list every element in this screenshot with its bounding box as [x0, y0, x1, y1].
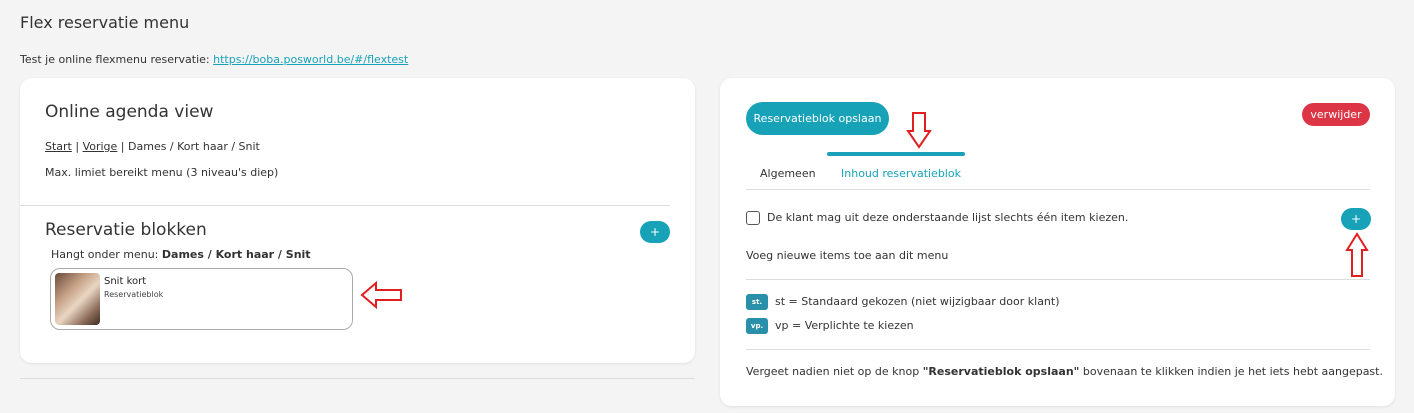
breadcrumb-start[interactable]: Start	[45, 140, 72, 153]
tab-inhoud-reservatieblok[interactable]: Inhoud reservatieblok	[841, 167, 961, 180]
hangs-under-menu: Hangt onder menu: Dames / Kort haar / Sn…	[51, 248, 311, 261]
badge-standard: st.	[746, 294, 768, 310]
tabs-divider	[746, 189, 1370, 190]
legend-required-text: vp = Verplichte te kiezen	[775, 319, 914, 332]
note-bold: "Reservatieblok opslaan"	[922, 365, 1080, 378]
annotation-arrow-left-icon	[360, 281, 402, 309]
annotation-arrow-down-icon	[906, 112, 932, 149]
divider	[746, 279, 1370, 280]
divider	[20, 205, 670, 206]
bottom-divider	[20, 378, 695, 379]
hangs-prefix: Hangt onder menu:	[51, 248, 162, 261]
breadcrumb-previous[interactable]: Vorige	[83, 140, 118, 153]
legend-standard-text: st = Standaard gekozen (niet wijzigbaar …	[775, 295, 1060, 308]
tab-algemeen[interactable]: Algemeen	[760, 167, 816, 180]
breadcrumb-separator: |	[117, 140, 129, 153]
hangs-value: Dames / Kort haar / Snit	[161, 248, 311, 261]
reservation-block-item[interactable]: Snit kort Reservatieblok	[50, 268, 353, 330]
single-item-label: De klant mag uit deze onderstaande lijst…	[767, 211, 1129, 224]
page-title: Flex reservatie menu	[20, 13, 190, 32]
test-link[interactable]: https://boba.posworld.be/#/flextest	[213, 53, 408, 66]
badge-required: vp.	[746, 318, 768, 334]
note-prefix: Vergeet nadien niet op de knop	[746, 365, 923, 378]
agenda-card: Online agenda view Start | Vorige | Dame…	[20, 78, 695, 363]
block-subtitle: Reservatieblok	[104, 290, 164, 299]
breadcrumb-separator: |	[71, 140, 83, 153]
block-title: Snit kort	[104, 276, 147, 287]
breadcrumb-current: Dames / Kort haar / Snit	[128, 140, 260, 153]
delete-button[interactable]: verwijder	[1302, 103, 1370, 126]
limit-text: Max. limiet bereikt menu (3 niveau's die…	[45, 166, 279, 179]
add-item-button[interactable]: +	[1341, 208, 1371, 230]
breadcrumb: Start | Vorige | Dames / Kort haar / Sni…	[45, 140, 260, 153]
agenda-title: Online agenda view	[45, 102, 214, 122]
test-link-prefix: Test je online flexmenu reservatie:	[20, 53, 214, 66]
reservation-block-editor: Reservatieblok opslaan verwijder Algemee…	[720, 78, 1395, 406]
note-suffix: bovenaan te klikken indien je het iets h…	[1079, 365, 1383, 378]
tab-active-indicator	[827, 152, 965, 156]
annotation-arrow-up-icon	[1345, 232, 1369, 277]
test-link-line: Test je online flexmenu reservatie: http…	[20, 53, 408, 66]
save-reminder-note: Vergeet nadien niet op de knop "Reservat…	[746, 365, 1383, 378]
blocks-title: Reservatie blokken	[45, 220, 207, 240]
add-items-text: Voeg nieuwe items toe aan dit menu	[746, 249, 949, 262]
block-thumbnail	[55, 273, 100, 325]
add-block-button[interactable]: +	[640, 221, 670, 243]
divider	[746, 349, 1370, 350]
single-item-checkbox[interactable]	[746, 211, 760, 225]
save-button[interactable]: Reservatieblok opslaan	[746, 102, 889, 135]
